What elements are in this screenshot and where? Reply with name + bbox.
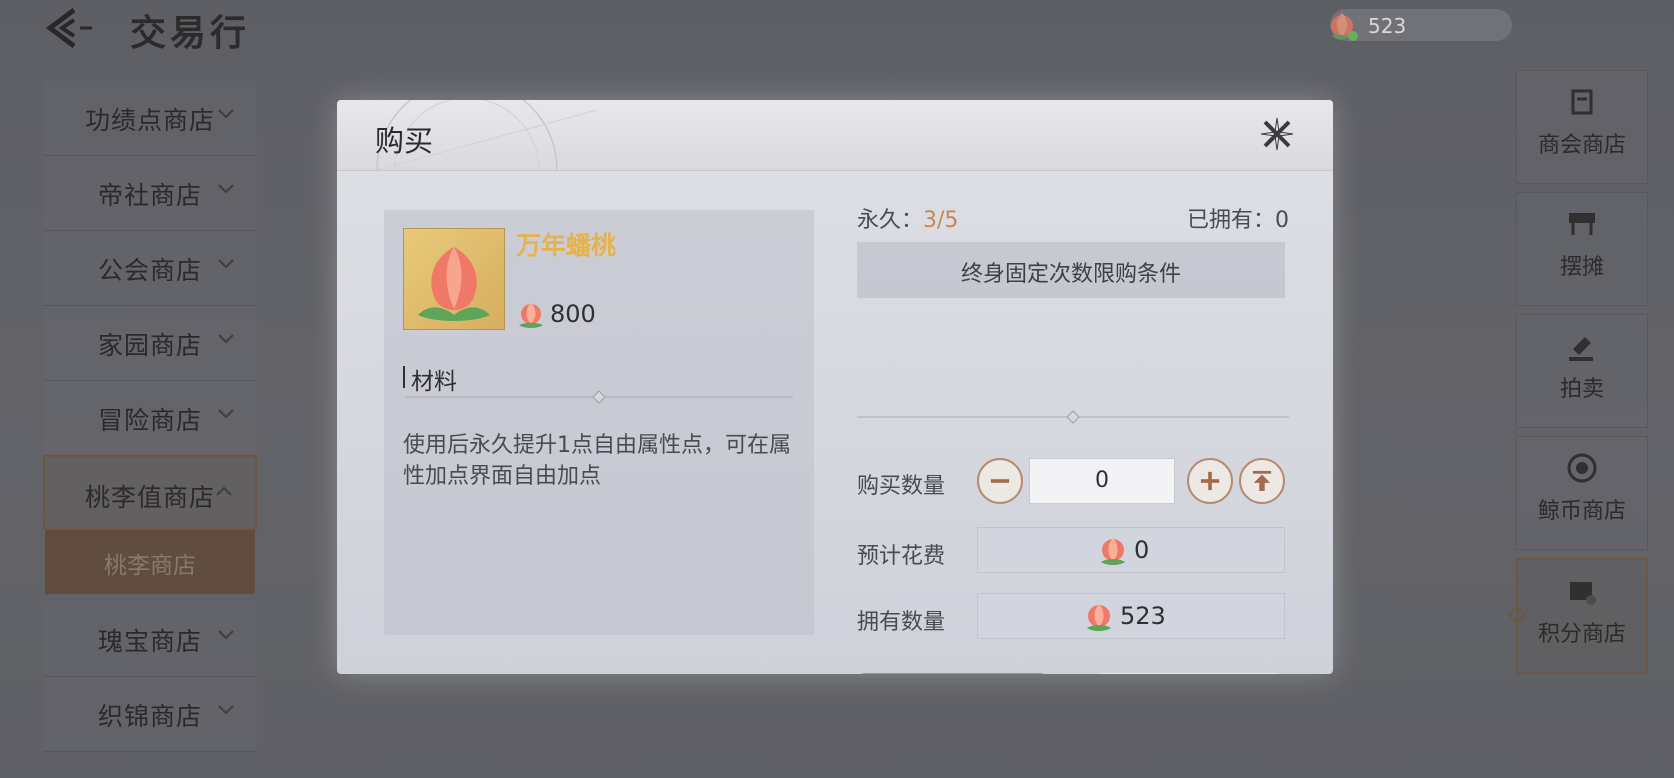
confirm-button[interactable]: 确认 (1094, 673, 1284, 674)
close-icon[interactable] (1257, 114, 1297, 154)
peach-icon (418, 247, 490, 321)
holding-label: 拥有数量 (857, 610, 946, 635)
item-icon (403, 228, 505, 330)
quantity-input[interactable]: 0 (1029, 458, 1175, 504)
estimated-cost-box: 0 (977, 527, 1285, 573)
limit-label: 永久： (857, 208, 924, 233)
peach-currency-icon (519, 303, 543, 328)
purchase-limit: 永久：3/5 (857, 202, 958, 234)
max-quantity-button[interactable] (1239, 458, 1285, 504)
item-description: 使用后永久提升1点自由属性点，可在属性加点界面自由加点 (403, 433, 791, 489)
holding-amount-box: 523 (977, 593, 1285, 639)
peach-currency-icon (1101, 538, 1125, 565)
owned-count: 已拥有：0 (1187, 208, 1289, 233)
quantity-label: 购买数量 (857, 474, 946, 499)
peach-currency-icon (1087, 604, 1111, 631)
limit-condition: 终身固定次数限购条件 (960, 262, 1181, 287)
holding-amount-value: 523 (1120, 602, 1166, 630)
dialog-title: 购买 (375, 124, 434, 158)
limit-condition-box: 终身固定次数限购条件 (857, 242, 1285, 298)
plus-button[interactable] (1187, 458, 1233, 504)
purchase-dialog: 购买 万年蟠桃 800 材料 使用后永久提升1点自由属性点，可在属性加点界面自由… (337, 100, 1333, 674)
cost-label: 预计花费 (857, 544, 946, 569)
dialog-header: 购买 (337, 100, 1333, 171)
item-price: 800 (550, 300, 596, 328)
item-detail-panel: 万年蟠桃 800 材料 使用后永久提升1点自由属性点，可在属性加点界面自由加点 (384, 210, 814, 635)
divider (857, 410, 1289, 424)
item-name: 万年蟠桃 (516, 231, 617, 260)
minus-button[interactable] (977, 458, 1023, 504)
divider (405, 390, 793, 404)
cancel-button[interactable]: 取消 (857, 673, 1048, 674)
estimated-cost-value: 0 (1134, 536, 1150, 564)
limit-value: 3/5 (923, 208, 959, 233)
